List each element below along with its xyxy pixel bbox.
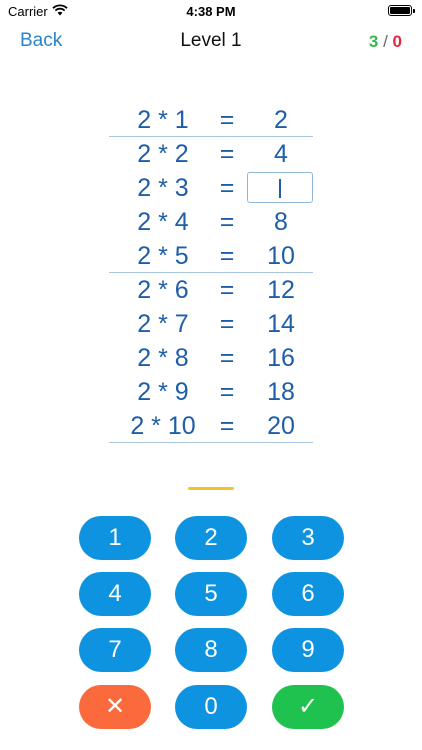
expression: 2 * 2 xyxy=(137,140,189,168)
page-title: Level 1 xyxy=(180,30,242,51)
table-row: 2 * 4 = 8 xyxy=(109,205,313,239)
result: 20 xyxy=(267,412,295,440)
key-2[interactable]: 2 xyxy=(175,516,247,560)
table-row: 2 * 1 = 2 xyxy=(109,103,313,137)
table-row: 2 * 5 = 10 xyxy=(109,239,313,273)
close-icon: ✕ xyxy=(104,693,126,720)
expression: 2 * 3 xyxy=(137,174,189,202)
equals-sign: = xyxy=(219,310,235,338)
table-row: 2 * 2 = 4 xyxy=(109,137,313,171)
expression: 2 * 9 xyxy=(137,378,189,406)
expression: 2 * 1 xyxy=(137,106,189,134)
equals-sign: = xyxy=(219,208,235,236)
equals-sign: = xyxy=(219,378,235,406)
key-6[interactable]: 6 xyxy=(272,572,344,616)
equals-sign: = xyxy=(219,174,235,202)
expression: 2 * 7 xyxy=(137,310,189,338)
wrong-count: 0 xyxy=(392,32,402,51)
multiplication-table: 2 * 1 = 2 2 * 2 = 4 2 * 3 = 2 * 4 = 8 2 … xyxy=(109,103,313,443)
expression: 2 * 4 xyxy=(137,208,189,236)
expression: 2 * 10 xyxy=(130,412,196,440)
result: 4 xyxy=(274,140,288,168)
table-row: 2 * 3 = xyxy=(109,171,313,205)
checkmark-icon: ✓ xyxy=(297,693,319,720)
table-row: 2 * 6 = 12 xyxy=(109,273,313,307)
key-9[interactable]: 9 xyxy=(272,628,344,672)
key-4[interactable]: 4 xyxy=(79,572,151,616)
nav-bar: Back Level 1 3 / 0 xyxy=(0,24,422,60)
key-3[interactable]: 3 xyxy=(272,516,344,560)
result: 8 xyxy=(274,208,288,236)
expression: 2 * 5 xyxy=(137,242,189,270)
equals-sign: = xyxy=(219,344,235,372)
result: 12 xyxy=(267,276,295,304)
expression: 2 * 6 xyxy=(137,276,189,304)
result: 14 xyxy=(267,310,295,338)
table-row: 2 * 7 = 14 xyxy=(109,307,313,341)
answer-input[interactable] xyxy=(247,172,313,203)
score-counter: 3 / 0 xyxy=(369,32,402,52)
key-7[interactable]: 7 xyxy=(79,628,151,672)
equals-sign: = xyxy=(219,140,235,168)
equals-sign: = xyxy=(219,412,235,440)
expression: 2 * 8 xyxy=(137,344,189,372)
result: 2 xyxy=(274,106,288,134)
text-caret xyxy=(279,179,281,198)
confirm-button[interactable]: ✓ xyxy=(272,685,344,729)
battery-icon xyxy=(388,5,415,16)
status-bar: Carrier 4:38 PM xyxy=(0,0,422,24)
result: 10 xyxy=(267,242,295,270)
table-row: 2 * 10 = 20 xyxy=(109,409,313,443)
result: 18 xyxy=(267,378,295,406)
key-1[interactable]: 1 xyxy=(79,516,151,560)
progress-indicator xyxy=(188,487,234,490)
result: 16 xyxy=(267,344,295,372)
key-8[interactable]: 8 xyxy=(175,628,247,672)
table-row: 2 * 9 = 18 xyxy=(109,375,313,409)
clock: 4:38 PM xyxy=(186,4,236,19)
equals-sign: = xyxy=(219,106,235,134)
equals-sign: = xyxy=(219,276,235,304)
key-5[interactable]: 5 xyxy=(175,572,247,616)
clear-button[interactable]: ✕ xyxy=(79,685,151,729)
table-row: 2 * 8 = 16 xyxy=(109,341,313,375)
score-separator: / xyxy=(383,32,388,51)
equals-sign: = xyxy=(219,242,235,270)
correct-count: 3 xyxy=(368,32,379,51)
key-0[interactable]: 0 xyxy=(175,685,247,729)
